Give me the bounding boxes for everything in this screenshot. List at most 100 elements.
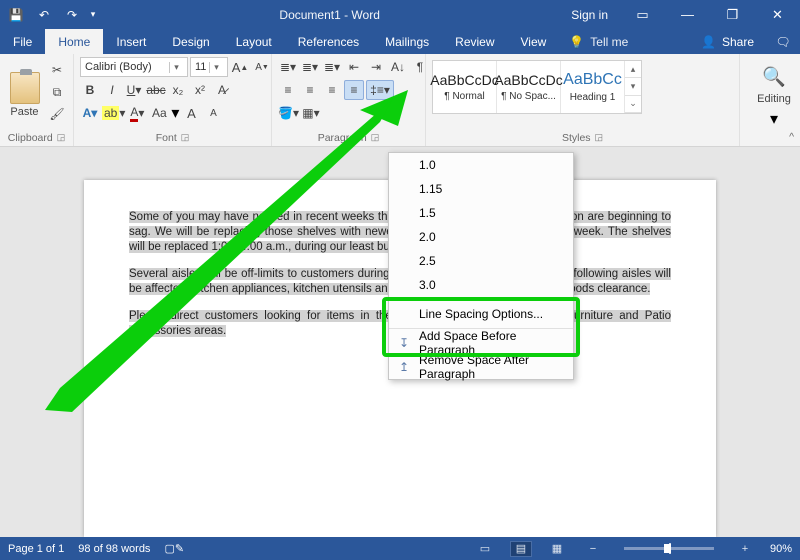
align-left-button[interactable]: ≡ [278, 80, 298, 100]
cut-button[interactable]: ✂ [47, 60, 67, 80]
remove-space-after-paragraph[interactable]: ↥Remove Space After Paragraph [389, 355, 573, 379]
group-font-label: Font◲ [80, 130, 265, 145]
tell-me-box[interactable]: 💡Tell me [559, 29, 638, 54]
font-dialog-launcher[interactable]: ◲ [181, 132, 190, 143]
subscript-button[interactable]: x₂ [168, 80, 188, 100]
styles-more[interactable]: ▴▾⌄ [625, 61, 641, 113]
numbering-button[interactable]: ≣▾ [300, 57, 320, 77]
sign-in-link[interactable]: Sign in [559, 8, 620, 22]
share-label: Share [722, 35, 754, 49]
read-mode-button[interactable]: ▭ [474, 541, 496, 557]
italic-button[interactable]: I [102, 80, 122, 100]
bullets-button[interactable]: ≣▾ [278, 57, 298, 77]
editing-label: Editing [757, 93, 791, 105]
paste-button[interactable]: Paste [6, 57, 43, 130]
line-spacing-button[interactable]: ‡≡▾ [366, 80, 394, 100]
grow-font-button[interactable]: A▲ [230, 57, 250, 77]
qat-more-button[interactable]: ▾ [86, 0, 100, 29]
line-spacing-2-0[interactable]: 2.0 [389, 225, 573, 249]
style-normal[interactable]: AaBbCcDc¶ Normal [433, 61, 497, 113]
line-spacing-2-5[interactable]: 2.5 [389, 249, 573, 273]
superscript-button[interactable]: x² [190, 80, 210, 100]
font-color-button[interactable]: A▾ [127, 103, 147, 123]
restore-button[interactable]: ❐ [710, 0, 755, 29]
shading-button[interactable]: 🪣▾ [278, 103, 299, 123]
styles-dialog-launcher[interactable]: ◲ [595, 132, 604, 143]
sort-button[interactable]: A↓ [388, 57, 408, 77]
shrink-font-button[interactable]: A▼ [252, 57, 272, 77]
chevron-down-icon: ▾ [209, 62, 223, 73]
zoom-slider[interactable] [624, 547, 714, 550]
font-name-box[interactable]: Calibri (Body)▾ [80, 57, 188, 77]
align-right-button[interactable]: ≡ [322, 80, 342, 100]
underline-button[interactable]: U▾ [124, 80, 144, 100]
multilevel-list-button[interactable]: ≣▾ [322, 57, 342, 77]
ribbon-opts-icon: ▭ [636, 7, 648, 23]
editing-button[interactable]: 🔍 Editing▾ [746, 57, 800, 129]
line-spacing-1-5[interactable]: 1.5 [389, 201, 573, 225]
save-button[interactable]: 💾 [2, 0, 30, 29]
styles-gallery[interactable]: AaBbCcDc¶ Normal AaBbCcDc¶ No Spac... Aa… [432, 60, 642, 114]
redo-icon: ↷ [67, 8, 77, 22]
comments-button[interactable]: 🗨 [766, 29, 800, 54]
zoom-out-button[interactable]: − [582, 541, 604, 557]
font-size-box[interactable]: 11▾ [190, 57, 228, 77]
justify-button[interactable]: ≡ [344, 80, 364, 100]
zoom-level[interactable]: 90% [770, 543, 792, 555]
shrink-font2[interactable]: A [203, 103, 223, 123]
paragraph-dialog-launcher[interactable]: ◲ [371, 132, 380, 143]
strikethrough-button[interactable]: abc [146, 80, 166, 100]
style-heading1[interactable]: AaBbCcHeading 1 [561, 61, 625, 113]
tab-mailings[interactable]: Mailings [372, 29, 442, 54]
status-bar: Page 1 of 1 98 of 98 words ▢✎ ▭ ▤ ▦ − + … [0, 537, 800, 560]
redo-button[interactable]: ↷ [58, 0, 86, 29]
tab-view[interactable]: View [508, 29, 560, 54]
clear-formatting-button[interactable]: A̷ [212, 80, 232, 100]
ribbon-collapse[interactable]: ^ [746, 129, 794, 144]
text-effects-button[interactable]: A▾ [80, 103, 100, 123]
group-clipboard-label: Clipboard◲ [6, 130, 67, 145]
borders-button[interactable]: ▦▾ [301, 103, 321, 123]
print-layout-button[interactable]: ▤ [510, 541, 532, 557]
undo-button[interactable]: ↶ [30, 0, 58, 29]
bold-button[interactable]: B [80, 80, 100, 100]
group-clipboard: Paste ✂ ⧉ 🖌 Clipboard◲ [0, 54, 74, 146]
minimize-button[interactable]: — [665, 0, 710, 29]
group-styles-label: Styles◲ [432, 130, 733, 145]
close-button[interactable]: ✕ [755, 0, 800, 29]
proofing-icon[interactable]: ▢✎ [164, 542, 184, 555]
group-styles: AaBbCcDc¶ Normal AaBbCcDc¶ No Spac... Aa… [426, 54, 740, 146]
ribbon: Paste ✂ ⧉ 🖌 Clipboard◲ Calibri (Body)▾ 1… [0, 54, 800, 147]
tab-review[interactable]: Review [442, 29, 507, 54]
increase-indent-button[interactable]: ⇥ [366, 57, 386, 77]
web-layout-button[interactable]: ▦ [546, 541, 568, 557]
line-spacing-3-0[interactable]: 3.0 [389, 273, 573, 297]
group-paragraph: ≣▾ ≣▾ ≣▾ ⇤ ⇥ A↓ ¶ ≡ ≡ ≡ ≡ ‡≡▾ 🪣▾ ▦▾ Para… [272, 54, 426, 146]
word-count[interactable]: 98 of 98 words [78, 543, 150, 555]
grow-font2[interactable]: A [181, 103, 201, 123]
zoom-thumb[interactable] [664, 544, 671, 553]
tab-design[interactable]: Design [159, 29, 222, 54]
restore-icon: ❐ [727, 7, 739, 23]
highlight-button[interactable]: ab▾ [102, 103, 125, 123]
copy-button[interactable]: ⧉ [47, 82, 67, 102]
format-painter-button[interactable]: 🖌 [47, 104, 67, 124]
tab-references[interactable]: References [285, 29, 372, 54]
line-spacing-1-0[interactable]: 1.0 [389, 153, 573, 177]
page-indicator[interactable]: Page 1 of 1 [8, 543, 64, 555]
tab-layout[interactable]: Layout [223, 29, 285, 54]
share-button[interactable]: 👤Share [689, 29, 766, 54]
ribbon-display-options[interactable]: ▭ [620, 0, 665, 29]
tab-insert[interactable]: Insert [103, 29, 159, 54]
decrease-indent-button[interactable]: ⇤ [344, 57, 364, 77]
add-space-before-paragraph[interactable]: ↧Add Space Before Paragraph [389, 331, 573, 355]
line-spacing-1-15[interactable]: 1.15 [389, 177, 573, 201]
line-spacing-options[interactable]: Line Spacing Options... [389, 302, 573, 326]
tab-home[interactable]: Home [45, 29, 103, 54]
align-center-button[interactable]: ≡ [300, 80, 320, 100]
tab-file[interactable]: File [0, 29, 45, 54]
change-case-button[interactable]: Aa [149, 103, 169, 123]
clipboard-dialog-launcher[interactable]: ◲ [57, 132, 66, 143]
zoom-in-button[interactable]: + [734, 541, 756, 557]
style-no-spacing[interactable]: AaBbCcDc¶ No Spac... [497, 61, 561, 113]
